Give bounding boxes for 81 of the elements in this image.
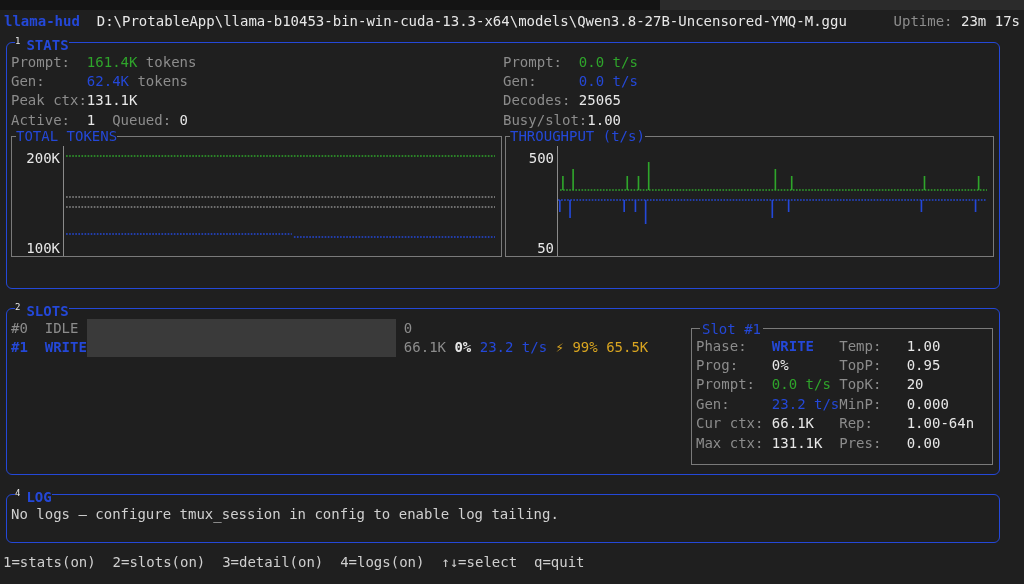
stat-value: 0.0 t/s [578,73,638,90]
detail-value: 0.95 [906,357,941,374]
panel-number: 2 [15,302,21,312]
detail-label: Prog: [696,356,740,376]
stat-label: Prompt: [503,52,563,72]
slot-id: #0 [11,318,29,338]
detail-label: Pres: [839,433,883,453]
detail-label: Temp: [839,336,883,356]
slot-state: WRITE [44,338,87,358]
detail-label: Cur ctx: [696,414,765,434]
panel-title: LOG [26,488,52,505]
key-hint: ↑↓=select [441,553,518,572]
stat-label: Queued: [112,111,172,128]
key-hint: 1=stats(on) [3,553,96,572]
detail-value: 131.1K [771,433,824,453]
detail-label: Prompt: [696,375,756,395]
detail-value: 0.000 [906,395,949,412]
detail-value: 23.2 t/s [771,394,840,414]
key-hint: q=quit [533,553,585,572]
stat-label: Gen: [11,72,46,92]
detail-label: TopK: [839,375,883,395]
detail-value: 20 [906,376,924,393]
axis-tick-label: 50 [537,240,554,257]
stat-label: Prompt: [11,52,71,72]
panel-number: 1 [15,36,21,46]
slot-state: IDLE [44,318,80,338]
panel-title: THROUGHPUT (t/s) [510,128,645,145]
stat-value: 1 [86,111,96,128]
stat-label: Active: [11,110,71,130]
panel-title: SLOTS [26,302,69,319]
detail-value: 1.00 [906,337,941,354]
detail-value: 1.00-64n [906,415,975,432]
stat-value: 1.00 [587,111,621,128]
detail-value: 0.0 t/s [771,375,832,395]
stat-unit: tokens [137,73,188,90]
slot-speed: 23.2 t/s [479,338,548,358]
detail-value: WRITE [771,336,815,356]
detail-value: 0.00 [906,434,941,451]
detail-label: TopP: [839,356,883,376]
key-hint: 3=detail(on) [222,553,324,572]
uptime-value: 23m 17s [961,12,1020,32]
stat-unit: tokens [145,53,197,70]
stat-label: Decodes: [503,91,572,111]
slot-context: 65.5K [606,338,649,358]
detail-label: Phase: [696,336,748,356]
slot-tokens: 0 [403,318,413,338]
stat-value: 161.4K [86,53,138,70]
key-hint: 4=logs(on) [340,553,425,572]
panel-title: Slot #1 [701,320,762,337]
stat-label: Busy/slot: [503,110,588,130]
log-message: No logs — configure tmux_session in config to enable log tailing. [11,504,560,525]
slot-row[interactable]: #0 IDLE 0 [11,318,649,339]
axis-tick-label: 200K [26,150,60,167]
app-name: llama-hud [4,12,80,32]
panel-title: STATS [26,36,69,53]
model-path: D:\ProtableApp\llama-b10453-bin-win-cuda-13.3-x64\models\Qwen3.8-27B-Uncensored-YMQ-M.ggu [96,12,847,32]
slot-power: 99% [572,338,598,358]
panel-number: 4 [15,488,21,498]
detail-label: MinP: [839,394,883,414]
stat-value: 25065 [578,92,621,109]
slot-progress: 0% [454,338,472,358]
detail-value: 0% [771,356,790,376]
panel-title: TOTAL TOKENS [16,128,118,145]
stat-value: 0 [179,111,188,128]
detail-value: 66.1K [771,414,815,434]
stat-value: 131.1K [86,92,138,109]
key-hint: 2=slots(on) [112,553,206,572]
uptime-label: Uptime: [893,12,953,32]
detail-label: Rep: [839,414,874,434]
detail-label: Max ctx: [696,433,765,453]
axis-tick-label: 100K [26,240,60,257]
slot-id: #1 [11,338,29,358]
stat-value: 62.4K [86,73,129,90]
axis-tick-label: 500 [528,150,554,167]
slot-tokens: 66.1K [403,338,446,358]
stat-label: Gen: [503,72,538,92]
slot-row[interactable]: #1 WRITE 66.1K 0% 23.2 t/s ⚡ 99% 65.5K [11,338,649,358]
stat-label: Peak ctx: [11,91,87,111]
detail-label: Gen: [696,394,731,414]
stat-value: 0.0 t/s [578,53,638,70]
lightning-icon: ⚡ [555,338,564,358]
